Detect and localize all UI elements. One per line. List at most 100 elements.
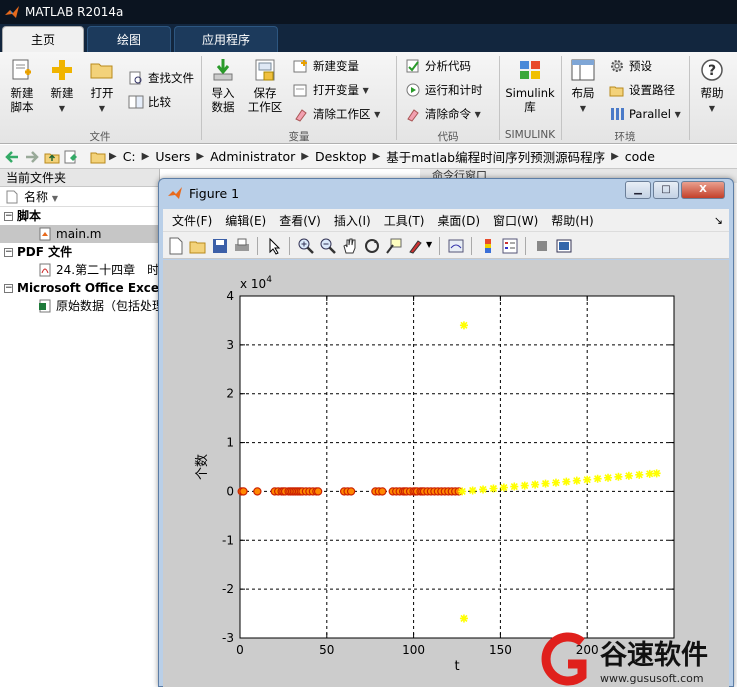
collapse-icon[interactable]: −	[4, 284, 13, 293]
clear-workspace-icon	[295, 109, 307, 122]
data-point-predicted	[489, 484, 498, 493]
data-point-predicted	[499, 483, 508, 492]
menu-desktop[interactable]: 桌面(D)	[437, 212, 480, 229]
hide-plot-tools-icon[interactable]	[533, 237, 551, 255]
find-files-button[interactable]: 查找文件	[128, 68, 194, 88]
zoom-in-icon[interactable]	[297, 237, 315, 255]
legend-icon[interactable]	[501, 237, 519, 255]
y-tick-label: 3	[226, 338, 234, 352]
app-title: MATLAB R2014a	[25, 5, 124, 19]
collapse-icon[interactable]: −	[4, 212, 13, 221]
parallel-button[interactable]: Parallel ▼	[609, 104, 681, 124]
compare-icon	[128, 95, 144, 109]
run-and-time-button[interactable]: 运行和计时	[405, 80, 483, 100]
breadcrumb-code[interactable]: code	[625, 149, 655, 164]
menu-tools[interactable]: 工具(T)	[384, 212, 425, 229]
chevron-right-icon: ▶	[196, 151, 205, 162]
chevron-down-icon[interactable]: ▼	[426, 240, 432, 249]
file-column-icon	[6, 190, 18, 204]
breadcrumb-users[interactable]: Users	[155, 149, 190, 164]
run-time-icon	[406, 83, 420, 97]
file-item-pdf[interactable]: 24.第二十四章 时	[0, 261, 159, 279]
column-header-name[interactable]: 名称 ▼	[0, 187, 159, 207]
collapse-icon[interactable]: −	[4, 248, 13, 257]
help-icon: ?	[701, 59, 723, 81]
menu-file[interactable]: 文件(F)	[172, 212, 212, 229]
new-figure-icon[interactable]	[167, 237, 185, 255]
y-tick-label: 4	[226, 289, 234, 303]
ribbon-tabs: 主页 绘图 应用程序	[0, 24, 737, 52]
data-point-predicted	[479, 485, 488, 494]
breadcrumb-desktop[interactable]: Desktop	[315, 149, 367, 164]
data-point-actual	[378, 487, 387, 496]
open-variable-button[interactable]: 打开变量 ▼	[293, 80, 369, 100]
new-variable-button[interactable]: 新建变量	[293, 56, 359, 76]
save-workspace-button[interactable]: 保存 工作区	[245, 58, 285, 114]
set-path-button[interactable]: 设置路径	[609, 80, 675, 100]
data-cursor-icon[interactable]	[385, 237, 403, 255]
x-tick-label: 100	[402, 643, 425, 657]
save-icon[interactable]	[211, 237, 229, 255]
tab-apps[interactable]: 应用程序	[174, 26, 278, 52]
menu-help[interactable]: 帮助(H)	[551, 212, 593, 229]
menu-edit[interactable]: 编辑(E)	[225, 212, 266, 229]
data-point-predicted	[531, 480, 540, 489]
star-marker	[479, 485, 488, 494]
show-plot-tools-icon[interactable]	[555, 237, 573, 255]
close-button[interactable]: X	[681, 181, 725, 199]
link-plot-icon[interactable]	[447, 237, 465, 255]
pan-hand-icon[interactable]	[341, 237, 359, 255]
gear-icon	[611, 60, 623, 72]
minimize-button[interactable]: ▁	[625, 181, 651, 199]
back-arrow-icon[interactable]	[4, 149, 20, 165]
help-button[interactable]: ? 帮助 ▼	[692, 58, 732, 116]
clear-workspace-button[interactable]: 清除工作区 ▼	[293, 104, 380, 124]
chevron-down-icon: ▼	[708, 104, 716, 113]
menu-window[interactable]: 窗口(W)	[493, 212, 538, 229]
star-marker	[520, 481, 529, 490]
breadcrumb-project[interactable]: 基于matlab编程时间序列预测源码程序	[386, 147, 605, 166]
data-point-predicted	[458, 487, 467, 496]
star-marker	[489, 484, 498, 493]
clear-commands-button[interactable]: 清除命令 ▼	[405, 104, 481, 124]
browse-folder-icon[interactable]	[64, 149, 80, 165]
file-item-main[interactable]: main.m	[0, 225, 159, 243]
new-script-button[interactable]: 新建 脚本	[2, 58, 42, 114]
forward-arrow-icon[interactable]	[24, 149, 40, 165]
preferences-button[interactable]: 预设	[609, 56, 652, 76]
scatter-plot[interactable]: 0 50 100 150 200-3-2-101234 x 104 t 个数	[163, 260, 729, 687]
compare-button[interactable]: 比较	[128, 92, 171, 112]
import-data-button[interactable]: 导入 数据	[203, 58, 243, 114]
zoom-out-icon[interactable]	[319, 237, 337, 255]
tree-group-scripts[interactable]: − 脚本	[0, 207, 159, 225]
colorbar-icon[interactable]	[479, 237, 497, 255]
plot-area[interactable]	[239, 295, 675, 639]
panel-title: 当前文件夹	[0, 169, 159, 187]
chevron-down-icon: ▼	[98, 104, 106, 113]
file-item-excel[interactable]: 原始数据（包括处理	[0, 297, 164, 315]
breadcrumb-c[interactable]: C:	[123, 149, 136, 164]
open-file-icon[interactable]	[189, 237, 207, 255]
tree-group-pdf[interactable]: − PDF 文件	[0, 243, 159, 261]
y-tick-label: 0	[226, 484, 234, 498]
data-point-predicted	[604, 473, 613, 482]
analyze-code-button[interactable]: 分析代码	[405, 56, 471, 76]
rotate-3d-icon[interactable]	[363, 237, 381, 255]
brush-icon[interactable]	[407, 237, 425, 255]
maximize-button[interactable]: □	[653, 181, 679, 199]
new-button[interactable]: 新建 ▼	[42, 58, 82, 116]
layout-button[interactable]: 布局 ▼	[563, 58, 603, 116]
dock-arrow-icon[interactable]: ↘	[714, 214, 723, 227]
print-icon[interactable]	[233, 237, 251, 255]
tree-group-excel[interactable]: − Microsoft Office Excel	[0, 279, 163, 297]
tab-home[interactable]: 主页	[2, 26, 84, 52]
pointer-icon[interactable]	[265, 237, 283, 255]
open-button[interactable]: 打开 ▼	[82, 58, 122, 116]
star-marker	[624, 471, 633, 480]
tab-plots[interactable]: 绘图	[87, 26, 171, 52]
breadcrumb-administrator[interactable]: Administrator	[210, 149, 295, 164]
up-folder-icon[interactable]	[44, 149, 60, 165]
menu-view[interactable]: 查看(V)	[279, 212, 321, 229]
menu-insert[interactable]: 插入(I)	[334, 212, 371, 229]
simulink-library-button[interactable]: Simulink 库	[504, 58, 556, 114]
